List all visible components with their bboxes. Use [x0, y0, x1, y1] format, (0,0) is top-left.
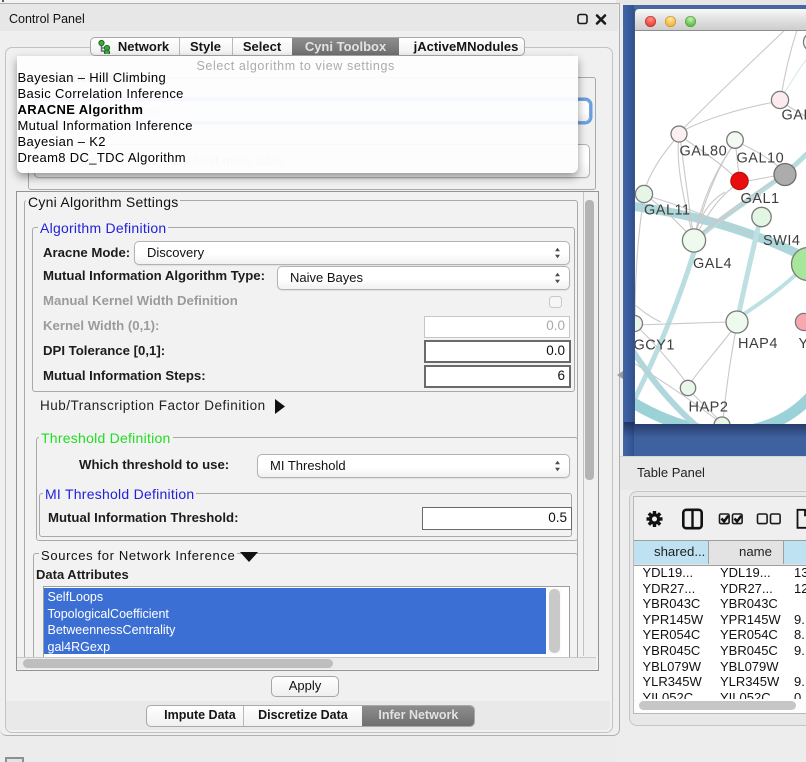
svg-text:HAP4: HAP4	[738, 336, 778, 352]
svg-text:GAL4: GAL4	[693, 256, 732, 272]
svg-text:GAL1: GAL1	[741, 191, 780, 207]
svg-text:GAL80: GAL80	[680, 144, 728, 160]
svg-text:GAL11: GAL11	[644, 203, 691, 219]
svg-text:SWI4: SWI4	[763, 233, 800, 249]
svg-text:Y: Y	[799, 336, 806, 352]
svg-text:GCY1: GCY1	[635, 338, 675, 354]
svg-text:GAL: GAL	[782, 108, 806, 124]
svg-text:GAL10: GAL10	[737, 151, 785, 167]
svg-text:HAP2: HAP2	[689, 400, 729, 416]
